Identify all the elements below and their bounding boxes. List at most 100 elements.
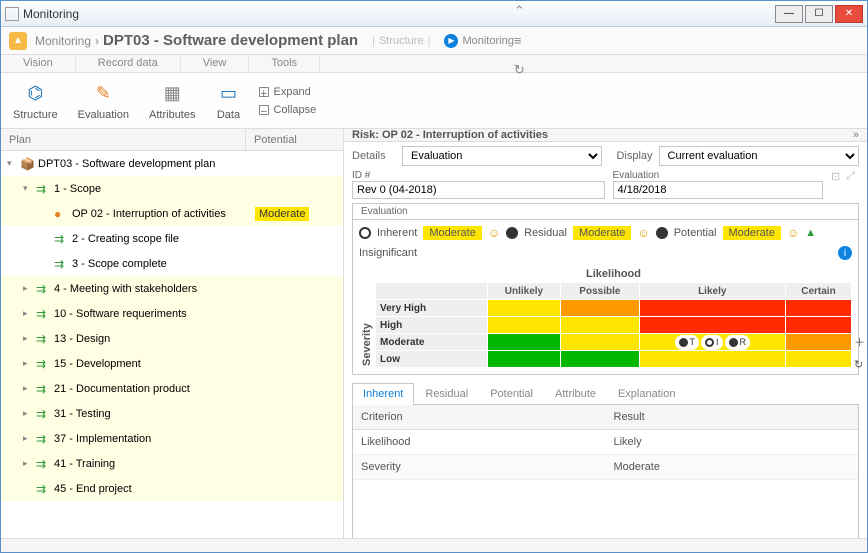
tab-residual[interactable]: Residual	[414, 383, 479, 404]
evaluation-date-label: Evaluation	[613, 170, 823, 181]
matrix-marker-cell: TIR	[639, 334, 785, 351]
tab-potential[interactable]: Potential	[479, 383, 544, 404]
expand-button[interactable]: +Expand	[259, 83, 316, 101]
monitoring-link[interactable]: Monitoring	[462, 35, 513, 47]
tree-node[interactable]: ▾📦DPT03 - Software development plan	[1, 151, 343, 176]
add-button[interactable]: ＋	[854, 334, 865, 350]
tab-attribute[interactable]: Attribute	[544, 383, 607, 404]
breadcrumb: ▲ Monitoring › DPT03 - Software developm…	[1, 27, 867, 55]
tree-label: 21 - Documentation product	[54, 383, 190, 395]
tab-evaluation[interactable]: Evaluation	[352, 203, 859, 219]
residual-icon	[506, 227, 518, 239]
tab-vision[interactable]: Vision	[1, 55, 76, 72]
tree-node[interactable]: ▸⇉10 - Software requeriments	[1, 301, 343, 326]
inherent-icon	[359, 227, 371, 239]
tree-icon: ⇉	[54, 232, 68, 246]
likelihood-label: Likelihood	[375, 268, 852, 280]
tree-icon: ⇉	[36, 282, 50, 296]
tree-node[interactable]: ▾⇉1 - Scope	[1, 176, 343, 201]
tree-twisty[interactable]: ▸	[23, 458, 34, 469]
refresh-icon[interactable]: ↻	[514, 62, 859, 78]
tree-node[interactable]: ▸⇉ 4 - Meeting with stakeholders	[1, 276, 343, 301]
tree-label: 37 - Implementation	[54, 433, 151, 445]
tree-node[interactable]: ▸⇉ 15 - Development	[1, 351, 343, 376]
tree-icon: ●	[54, 207, 68, 221]
tree-twisty[interactable]: ▸	[23, 358, 34, 369]
tree-label: 15 - Development	[54, 358, 141, 370]
tree-node[interactable]: ▸⇉13 - Design	[1, 326, 343, 351]
tree-label: 13 - Design	[54, 333, 110, 345]
attributes-icon: ▦	[159, 81, 185, 107]
collapse-icon[interactable]: ⌃	[514, 3, 859, 19]
tree-icon: ⇉	[36, 407, 50, 421]
attributes-button[interactable]: ▦ Attributes	[143, 81, 201, 121]
severity-label: Severity	[359, 268, 375, 368]
fullscreen-icon[interactable]: ⤢	[846, 170, 855, 199]
list-icon[interactable]: ≡	[514, 33, 859, 48]
evaluation-button[interactable]: ✎ Evaluation	[72, 81, 135, 121]
tree-icon: ⇉	[36, 432, 50, 446]
expand-panel-icon[interactable]: »	[853, 129, 859, 141]
breadcrumb-main: DPT03 - Software development plan	[103, 32, 358, 49]
info-icon[interactable]: i	[838, 246, 852, 260]
tree-label: OP 02 - Interruption of activities	[72, 208, 226, 220]
tab-record-data[interactable]: Record data	[76, 55, 181, 72]
smile-icon: ☺	[488, 226, 500, 240]
plan-tree[interactable]: ▾📦DPT03 - Software development plan▾⇉1 -…	[1, 151, 343, 538]
tab-tools[interactable]: Tools	[249, 55, 320, 72]
tab-view[interactable]: View	[181, 55, 250, 72]
tree-twisty[interactable]: ▸	[23, 308, 34, 319]
tree-twisty[interactable]: ▸	[23, 333, 34, 344]
details-label: Details	[352, 150, 396, 162]
evaluation-icon: ✎	[90, 81, 116, 107]
tree-icon: ⇉	[36, 357, 50, 371]
tab-explanation[interactable]: Explanation	[607, 383, 687, 404]
refresh-button[interactable]: ↻	[854, 358, 865, 371]
window-title: Monitoring	[23, 7, 79, 21]
tree-twisty[interactable]: ▸	[23, 383, 34, 394]
criteria-table: CriterionResult LikelihoodLikely Severit…	[352, 405, 859, 538]
tree-label: 2 - Creating scope file	[72, 233, 179, 245]
tree-twisty[interactable]: ▸	[23, 433, 34, 444]
evaluation-date-field[interactable]	[613, 181, 823, 199]
expand-icon: +	[259, 87, 269, 97]
potential-icon	[656, 227, 668, 239]
display-select[interactable]: Current evaluation	[659, 146, 859, 166]
tree-label: 41 - Training	[54, 458, 115, 470]
tree-icon: ⇉	[36, 182, 50, 196]
tree-node[interactable]: ▸⇉ 41 - Training	[1, 451, 343, 476]
collapse-button[interactable]: −Collapse	[259, 101, 316, 119]
breadcrumb-root[interactable]: Monitoring	[35, 34, 91, 48]
data-button[interactable]: ▭ Data	[209, 81, 247, 121]
tree-node[interactable]: ⇉ 2 - Creating scope file	[1, 226, 343, 251]
detail-tabs: Inherent Residual Potential Attribute Ex…	[352, 383, 859, 405]
tree-node[interactable]: ▸⇉21 - Documentation product	[1, 376, 343, 401]
tree-twisty[interactable]: ▸	[23, 283, 34, 294]
plan-tree-panel: Plan Potential ▾📦DPT03 - Software develo…	[1, 129, 344, 538]
risk-title: Risk: OP 02 - Interruption of activities	[352, 129, 548, 141]
tree-label: DPT03 - Software development plan	[38, 158, 215, 170]
col-potential: Potential	[246, 130, 305, 150]
tree-twisty[interactable]: ▸	[23, 408, 34, 419]
id-field[interactable]	[352, 181, 605, 199]
tab-inherent[interactable]: Inherent	[352, 383, 414, 405]
structure-link[interactable]: Structure	[379, 35, 424, 47]
evaluation-summary: Inherent Moderate ☺ Residual Moderate ☺ …	[359, 226, 852, 260]
tree-label: 10 - Software requeriments	[54, 308, 187, 320]
tree-node[interactable]: ▸⇉ 37 - Implementation	[1, 426, 343, 451]
tree-twisty[interactable]: ▾	[7, 158, 18, 169]
tree-icon: ⇉	[36, 457, 50, 471]
tree-label: 4 - Meeting with stakeholders	[54, 283, 197, 295]
structure-button[interactable]: ⌬ Structure	[7, 81, 64, 121]
data-icon: ▭	[215, 81, 241, 107]
tree-node[interactable]: ▸⇉31 - Testing	[1, 401, 343, 426]
calendar-icon[interactable]: ⊡	[831, 170, 840, 199]
tree-label: 3 - Scope complete	[72, 258, 167, 270]
risk-panel: Risk: OP 02 - Interruption of activities…	[344, 129, 867, 538]
tree-node[interactable]: ⇉45 - End project	[1, 476, 343, 501]
tree-node[interactable]: ⇉3 - Scope complete	[1, 251, 343, 276]
app-icon	[5, 7, 19, 21]
tree-node[interactable]: ●OP 02 - Interruption of activitiesModer…	[1, 201, 343, 226]
tree-twisty[interactable]: ▾	[23, 183, 34, 194]
details-select[interactable]: Evaluation	[402, 146, 602, 166]
